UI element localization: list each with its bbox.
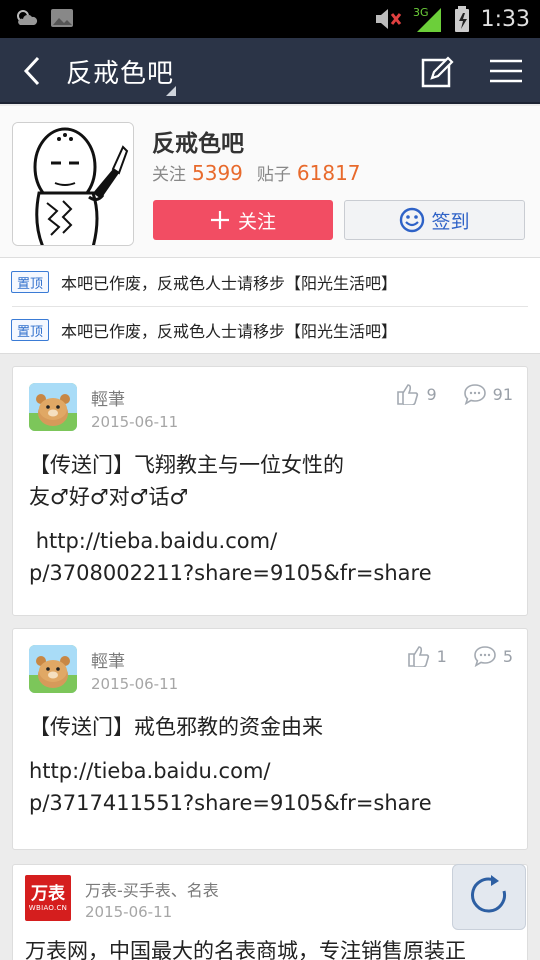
- pinned-badge: 置顶: [11, 319, 49, 341]
- post-link[interactable]: http://tieba.baidu.com/: [36, 529, 277, 553]
- post-stats: 9 91: [396, 383, 513, 405]
- forum-avatar[interactable]: [12, 122, 134, 246]
- username[interactable]: 輕茟: [91, 647, 125, 672]
- pinned-thread[interactable]: 置顶 本吧已作废，反戒色人士请移步【阳光生活吧】: [0, 258, 540, 306]
- forum-stats: 关注 5399 贴子 61817: [152, 160, 375, 185]
- post-link[interactable]: p/3717411551?share=9105&fr=share: [29, 791, 432, 815]
- edit-icon[interactable]: [420, 55, 454, 89]
- mute-icon: [375, 9, 401, 29]
- pinned-threads: 置顶 本吧已作废，反戒色人士请移步【阳光生活吧】 置顶 本吧已作废，反戒色人士请…: [0, 258, 540, 354]
- posts-count-label: 贴子: [256, 165, 291, 185]
- follow-count: 5399: [192, 161, 243, 185]
- image-icon: [51, 9, 73, 27]
- brand-logo: 万表 WBIAO.CN: [25, 875, 71, 921]
- status-bar: 3G 1:33: [0, 0, 540, 38]
- post-date: 2015-06-11: [91, 413, 179, 431]
- comment-count: 91: [492, 384, 513, 404]
- thumbs-up-icon[interactable]: [407, 645, 431, 667]
- forum-header: 反戒色吧 关注 5399 贴子 61817 关注 签到: [0, 106, 540, 258]
- sign-in-button-label: 签到: [431, 210, 470, 233]
- post-card[interactable]: 輕茟 2015-06-11 1 5 【传送门】戒色邪教的资金由来 http://…: [12, 628, 528, 850]
- battery-icon: [454, 6, 469, 32]
- signal-icon: 3G: [413, 6, 441, 32]
- pinned-thread-title: 本吧已作废，反戒色人士请移步【阳光生活吧】: [61, 322, 398, 341]
- pinned-thread[interactable]: 置顶 本吧已作废，反戒色人士请移步【阳光生活吧】: [0, 306, 540, 354]
- follow-button-label: 关注: [237, 210, 276, 233]
- avatar[interactable]: [29, 383, 77, 431]
- plus-icon: [210, 211, 229, 229]
- comment-count: 5: [502, 646, 513, 666]
- ad-title[interactable]: 万表-买手表、名表: [85, 877, 219, 901]
- username[interactable]: 輕茟: [91, 385, 125, 410]
- post-title: 友♂好♂对♂话♂: [29, 485, 189, 509]
- pinned-badge: 置顶: [11, 271, 49, 293]
- forum-name: 反戒色吧: [152, 131, 244, 157]
- post-title: 【传送门】戒色邪教的资金由来: [29, 715, 323, 739]
- svg-text:3G: 3G: [413, 6, 429, 19]
- post-body: 【传送门】戒色邪教的资金由来 http://tieba.baidu.com/ p…: [29, 711, 513, 831]
- like-count: 1: [436, 646, 447, 666]
- like-count: 9: [426, 384, 437, 404]
- post-stats: 1 5: [407, 645, 513, 667]
- post-body: 【传送门】飞翔教主与一位女性的 友♂好♂对♂话♂ http://tieba.ba…: [29, 449, 513, 601]
- follow-count-label: 关注: [152, 165, 186, 185]
- smile-icon: [400, 207, 425, 233]
- post-date: 2015-06-11: [91, 675, 179, 693]
- clock: 1:33: [480, 6, 530, 32]
- caret-down-icon: [166, 86, 176, 96]
- menu-icon[interactable]: [488, 56, 524, 86]
- post-link[interactable]: http://tieba.baidu.com/: [29, 759, 270, 783]
- weather-icon: [17, 10, 38, 25]
- avatar[interactable]: [29, 645, 77, 693]
- pinned-thread-title: 本吧已作废，反戒色人士请移步【阳光生活吧】: [61, 274, 398, 293]
- ad-card[interactable]: 万表 WBIAO.CN 万表-买手表、名表 2015-06-11 万表网，中国最…: [12, 864, 528, 960]
- ad-body: 万表网，中国最大的名表商城，专注销售原装正: [25, 939, 466, 960]
- posts-count: 61817: [296, 161, 361, 185]
- refresh-button[interactable]: [452, 864, 526, 930]
- post-title: 【传送门】飞翔教主与一位女性的: [29, 453, 344, 477]
- comment-icon[interactable]: [473, 645, 497, 667]
- sign-in-button[interactable]: 签到: [344, 200, 525, 240]
- post-link[interactable]: p/3708002211?share=9105&fr=share: [29, 561, 432, 585]
- navigation-bar: 反戒色吧: [0, 38, 540, 104]
- back-icon[interactable]: [16, 54, 50, 88]
- follow-button[interactable]: 关注: [153, 200, 333, 240]
- comment-icon[interactable]: [463, 383, 487, 405]
- post-date: 2015-06-11: [85, 903, 173, 921]
- post-card[interactable]: 輕茟 2015-06-11 9 91 【传送门】飞翔教主与一位女性的 友♂好♂对…: [12, 366, 528, 616]
- refresh-icon: [471, 875, 506, 913]
- page-title[interactable]: 反戒色吧: [66, 53, 174, 90]
- thumbs-up-icon[interactable]: [396, 383, 420, 405]
